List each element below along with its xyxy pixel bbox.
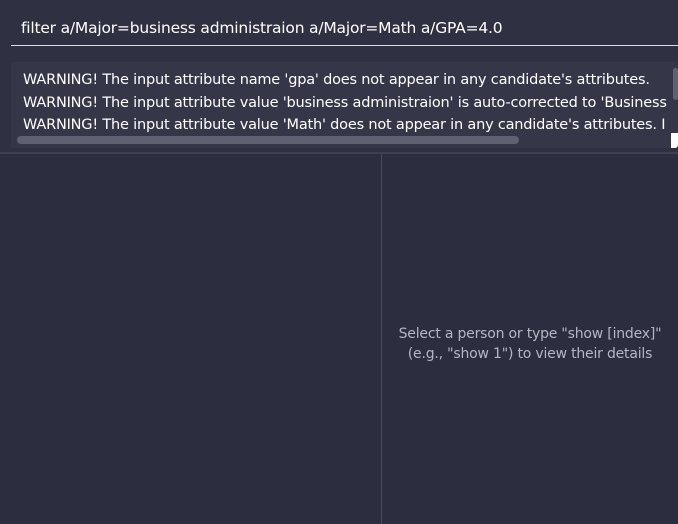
placeholder-line: (e.g., "show 1") to view their details [407,346,653,362]
app-window: WARNING! The input attribute name 'gpa' … [0,0,678,524]
person-list-panel[interactable] [0,154,381,524]
result-text: WARNING! The input attribute name 'gpa' … [23,69,678,137]
command-box-area [0,0,678,57]
placeholder-line: Select a person or type "show [index]" [398,326,662,342]
command-input[interactable] [11,10,678,46]
result-line: WARNING! The input attribute name 'gpa' … [23,72,650,88]
result-line: WARNING! The input attribute value 'Math… [23,117,666,133]
result-display-area: WARNING! The input attribute name 'gpa' … [0,57,678,152]
scrollbar-corner [671,133,678,148]
detail-placeholder-text: Select a person or type "show [index]" (… [382,324,678,364]
person-detail-panel: Select a person or type "show [index]" (… [382,154,678,524]
horizontal-scrollbar-thumb[interactable] [17,136,519,144]
result-line: WARNING! The input attribute value 'busi… [23,94,667,111]
result-display[interactable]: WARNING! The input attribute name 'gpa' … [11,62,678,148]
vertical-scrollbar-thumb[interactable] [673,68,678,100]
